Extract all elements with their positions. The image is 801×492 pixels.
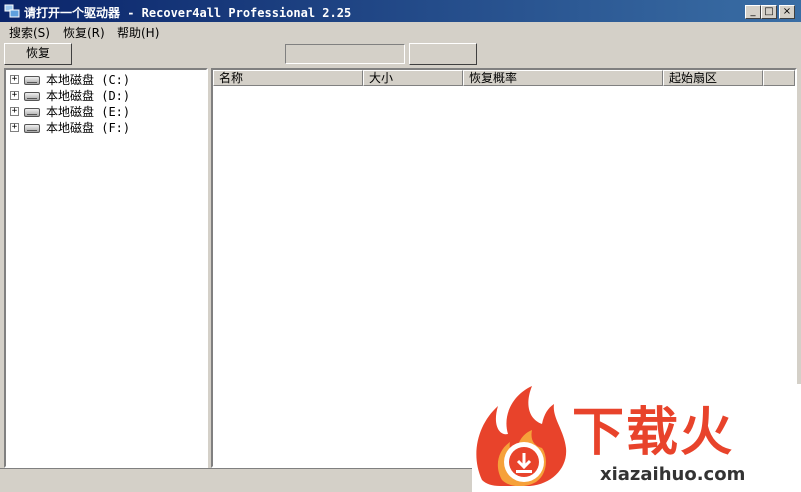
title-bar[interactable]: 请打开一个驱动器 - Recover4all Professional 2.25… <box>0 0 801 22</box>
maximize-button[interactable]: □ <box>761 5 777 19</box>
column-header-size[interactable]: 大小 <box>363 70 463 86</box>
expand-icon[interactable]: + <box>10 75 19 84</box>
tree-node-label[interactable]: 本地磁盘 (D:) <box>46 88 130 104</box>
recover-button[interactable]: 恢复 <box>4 43 72 65</box>
action-button[interactable] <box>409 43 477 65</box>
watermark-url: xiazaihuo.com <box>600 464 746 485</box>
column-header-start-sector[interactable]: 起始扇区 <box>663 70 763 86</box>
watermark-brand: 下载火 <box>572 403 735 463</box>
close-button[interactable]: × <box>779 5 795 19</box>
column-header-name[interactable]: 名称 <box>213 70 363 86</box>
menu-bar: 搜索(S) 恢复(R) 帮助(H) <box>0 22 801 41</box>
progress-field <box>285 44 405 64</box>
expand-icon[interactable]: + <box>10 91 19 100</box>
tree-node-label[interactable]: 本地磁盘 (E:) <box>46 104 130 120</box>
app-icon <box>4 4 20 18</box>
column-header-filler <box>763 70 795 86</box>
expand-icon[interactable]: + <box>10 123 19 132</box>
flame-logo-icon <box>476 386 567 486</box>
hard-drive-icon <box>24 124 40 133</box>
column-header-probability[interactable]: 恢复概率 <box>463 70 663 86</box>
tree-node-label[interactable]: 本地磁盘 (F:) <box>46 120 130 136</box>
menu-search[interactable]: 搜索(S) <box>9 24 50 41</box>
drive-tree-panel[interactable]: + 本地磁盘 (C:) + 本地磁盘 (D:) + 本地磁盘 (E:) + 本地… <box>4 68 208 468</box>
window-title: 请打开一个驱动器 - Recover4all Professional 2.25 <box>24 6 352 20</box>
tree-node-label[interactable]: 本地磁盘 (C:) <box>46 72 130 88</box>
hard-drive-icon <box>24 108 40 117</box>
menu-help[interactable]: 帮助(H) <box>117 24 159 41</box>
hard-drive-icon <box>24 76 40 85</box>
watermark: 下载火 xiazaihuo.com <box>472 384 801 492</box>
minimize-button[interactable]: _ <box>745 5 761 19</box>
expand-icon[interactable]: + <box>10 107 19 116</box>
hard-drive-icon <box>24 92 40 101</box>
menu-recover[interactable]: 恢复(R) <box>63 24 105 41</box>
